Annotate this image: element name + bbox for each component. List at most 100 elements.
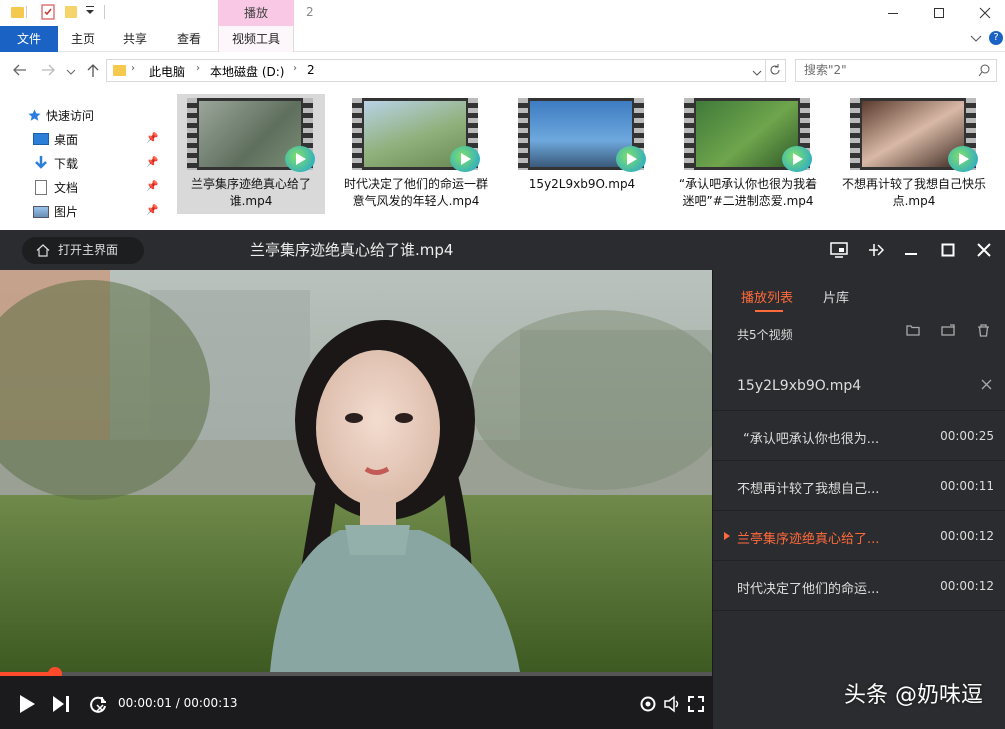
close-button[interactable]	[962, 0, 1005, 26]
nav-item-downloads[interactable]: 下载	[54, 154, 78, 174]
player-close-button[interactable]	[971, 238, 997, 262]
back-arrow-icon[interactable]	[12, 63, 28, 80]
loop-mode-icon[interactable]	[88, 694, 108, 717]
minimize-button[interactable]	[870, 0, 916, 26]
forward-arrow-icon[interactable]	[40, 63, 56, 80]
playlist-item[interactable]: “承认吧承认你也很为... 00:00:25	[713, 411, 1005, 461]
nav-item-desktop[interactable]: 桌面	[54, 130, 78, 150]
address-dropdown-icon[interactable]	[752, 66, 762, 80]
documents-icon	[35, 180, 47, 195]
file-item[interactable]: 15y2L9xb9O.mp4	[508, 94, 656, 214]
playlist-item-duration: 00:00:12	[940, 529, 994, 543]
playlist-item-name: “承认吧承认你也很为...	[743, 432, 880, 447]
new-folder-icon[interactable]	[64, 4, 80, 20]
active-tab-indicator	[755, 310, 783, 312]
customize-toolbar-icon[interactable]	[86, 6, 102, 22]
video-still-image	[0, 270, 712, 672]
pin-icon[interactable]: 📌	[146, 181, 158, 192]
playlist-item[interactable]: 15y2L9xb9O.mp4	[713, 361, 1005, 411]
home-icon	[36, 244, 50, 257]
file-item[interactable]: “承认吧承认你也很为我着迷吧”#二进制恋爱.mp4	[674, 94, 822, 214]
title-bar: 播放 2	[0, 0, 1005, 26]
nav-item-documents[interactable]: 文档	[54, 178, 78, 198]
search-icon[interactable]	[978, 64, 991, 80]
video-frame[interactable]	[0, 270, 712, 672]
next-track-icon[interactable]	[52, 695, 70, 716]
file-item[interactable]: 不想再计较了我想自己快乐点.mp4	[840, 94, 988, 214]
pin-on-top-icon[interactable]	[862, 238, 888, 262]
expand-ribbon-icon[interactable]	[970, 33, 982, 47]
separator	[104, 5, 105, 19]
play-icon[interactable]	[18, 694, 36, 717]
file-item[interactable]: 时代决定了他们的命运一群意气风发的年轻人.mp4	[342, 94, 490, 214]
video-player-window: 打开主界面 兰亭集序迹绝真心给了谁.mp4 00:00:01 / 00:00:1…	[0, 230, 1005, 729]
file-item[interactable]: 兰亭集序迹绝真心给了谁.mp4	[177, 94, 325, 214]
video-player-badge-icon	[616, 146, 646, 172]
open-home-label: 打开主界面	[58, 243, 119, 257]
nav-quick-access[interactable]: 快速访问	[46, 106, 94, 126]
screen-cast-icon[interactable]	[826, 238, 852, 262]
fullscreen-icon[interactable]	[688, 696, 704, 715]
properties-icon[interactable]	[40, 4, 56, 20]
address-row: › 此电脑 › 本地磁盘 (D:) › 2 搜索"2"	[0, 57, 1005, 85]
nav-item-pictures[interactable]: 图片	[54, 202, 78, 222]
playlist-item-name: 15y2L9xb9O.mp4	[737, 378, 862, 394]
open-folder-icon[interactable]	[906, 324, 922, 338]
video-player-badge-icon	[285, 146, 315, 172]
breadcrumb-folder-2[interactable]: 2	[307, 63, 315, 77]
tab-library[interactable]: 片库	[823, 287, 849, 306]
breadcrumb-local-disk[interactable]: 本地磁盘 (D:)	[210, 63, 284, 80]
navigation-pane: 快速访问 桌面 📌 下载 📌 文档 📌 图片 📌	[0, 100, 170, 232]
breadcrumb-separator-icon: ›	[293, 63, 297, 74]
breadcrumb-separator-icon: ›	[196, 63, 200, 74]
help-icon[interactable]: ?	[989, 31, 1003, 45]
playlist-item-active[interactable]: 兰亭集序迹绝真心给了... 00:00:12	[713, 511, 1005, 561]
file-grid: 兰亭集序迹绝真心给了谁.mp4 时代决定了他们的命运一群意气风发的年轻人.mp4…	[170, 90, 1005, 232]
refresh-button[interactable]	[766, 59, 786, 82]
contextual-tab-play[interactable]: 播放	[218, 0, 294, 26]
playlist-item-duration: 00:00:25	[940, 429, 994, 443]
tab-file[interactable]: 文件	[0, 26, 58, 52]
separator	[26, 6, 27, 18]
window-title: 2	[306, 5, 314, 19]
open-home-button[interactable]: 打开主界面	[22, 237, 144, 264]
up-arrow-icon[interactable]	[86, 62, 100, 81]
playlist-item[interactable]: 时代决定了他们的命运... 00:00:12	[713, 561, 1005, 611]
ribbon-tabs: 文件 主页 共享 查看 视频工具 ?	[0, 26, 1005, 52]
playlist-panel: 播放列表 片库 共5个视频 15y2L9xb9O.mp4 “承认吧承认你也很为.…	[712, 270, 1005, 729]
trash-icon[interactable]	[977, 324, 993, 338]
remove-item-close-icon[interactable]	[981, 379, 992, 393]
video-player-badge-icon	[948, 146, 978, 172]
maximize-button[interactable]	[916, 0, 962, 26]
time-display: 00:00:01 / 00:00:13	[118, 696, 238, 710]
volume-icon[interactable]	[663, 695, 681, 716]
star-icon	[28, 109, 41, 125]
import-icon[interactable]	[941, 324, 957, 338]
tab-playlist[interactable]: 播放列表	[741, 287, 793, 306]
playlist-item-name: 兰亭集序迹绝真心给了...	[737, 532, 880, 547]
tab-view[interactable]: 查看	[168, 26, 210, 52]
file-name: “承认吧承认你也很为我着迷吧”#二进制恋爱.mp4	[678, 177, 818, 208]
download-icon	[34, 155, 48, 174]
recent-locations-chevron-icon[interactable]	[66, 65, 76, 79]
search-input[interactable]: 搜索"2"	[795, 59, 997, 82]
player-maximize-button[interactable]	[935, 238, 961, 262]
folder-icon	[113, 65, 126, 76]
tab-home[interactable]: 主页	[62, 26, 104, 52]
folder-icon[interactable]	[10, 4, 26, 20]
breadcrumb-this-pc[interactable]: 此电脑	[149, 63, 185, 80]
pin-icon[interactable]: 📌	[146, 157, 158, 168]
now-playing-arrow-icon	[724, 532, 730, 540]
player-minimize-button[interactable]	[898, 238, 924, 262]
watermark: 头条 @奶味逗	[844, 683, 983, 708]
file-name: 兰亭集序迹绝真心给了谁.mp4	[190, 177, 311, 208]
breadcrumb-separator-icon: ›	[131, 63, 135, 74]
video-player-badge-icon	[450, 146, 480, 172]
tab-share[interactable]: 共享	[114, 26, 156, 52]
pin-icon[interactable]: 📌	[146, 133, 158, 144]
settings-gear-icon[interactable]	[639, 695, 657, 716]
pin-icon[interactable]: 📌	[146, 205, 158, 216]
address-bar[interactable]: › 此电脑 › 本地磁盘 (D:) › 2	[106, 59, 766, 82]
tab-video-tools[interactable]: 视频工具	[218, 26, 294, 52]
playlist-item[interactable]: 不想再计较了我想自己... 00:00:11	[713, 461, 1005, 511]
